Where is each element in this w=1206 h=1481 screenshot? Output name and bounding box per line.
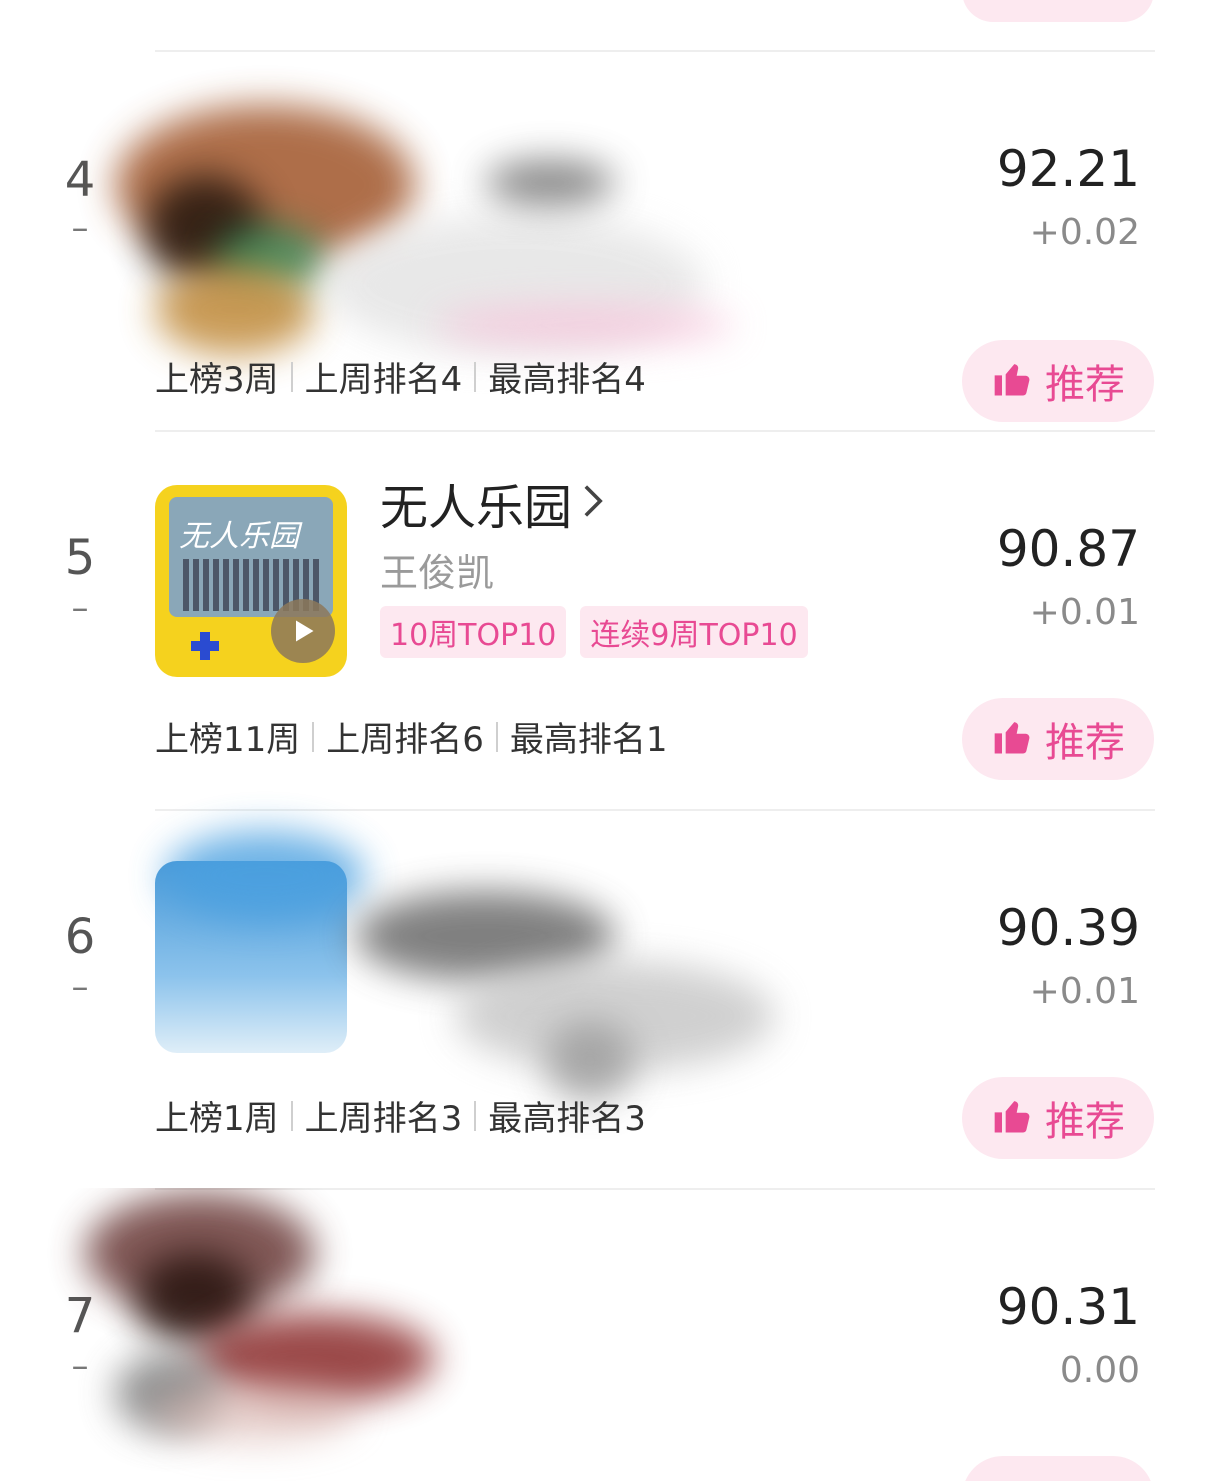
recommend-button-partial[interactable] — [962, 0, 1154, 22]
recommend-label: 推荐 — [1045, 362, 1125, 408]
rank-number: 6 — [64, 909, 96, 965]
score-value: 90.87 — [996, 520, 1140, 578]
separator — [290, 361, 293, 392]
rank-number: 5 — [64, 530, 96, 586]
play-icon[interactable] — [271, 599, 335, 663]
chart-entry-6[interactable]: 6 – 90.39 +0.01 上榜1周 上周排名3 最高排名3 推荐 — [0, 809, 1206, 1189]
last-week-rank: 上周排名3 — [304, 1099, 463, 1139]
separator — [495, 721, 498, 752]
album-cover[interactable]: 无人乐园 — [155, 485, 347, 677]
tag-list: 10周TOP10 连续9周TOP10 — [380, 606, 808, 658]
separator — [290, 1100, 293, 1131]
album-cover-blurred[interactable] — [85, 1193, 435, 1443]
last-week-rank: 上周排名6 — [326, 720, 484, 760]
rank-change: – — [71, 967, 89, 1007]
thumbs-up-icon — [991, 1094, 1035, 1142]
artist-name[interactable]: 王俊凯 — [380, 542, 494, 597]
weeks-on-chart: 上榜3周 — [155, 360, 279, 400]
tag-badge: 10周TOP10 — [380, 606, 567, 658]
score-value: 90.31 — [996, 1278, 1140, 1336]
divider — [155, 50, 1155, 52]
recommend-button[interactable]: 推荐 — [962, 1077, 1154, 1159]
rank-change: – — [71, 588, 89, 628]
chart-entry-7[interactable]: 7 – 90.31 0.00 — [0, 1188, 1206, 1481]
chart-stats: 上榜11周 上周排名6 最高排名1 — [155, 712, 668, 761]
thumbs-up-icon — [991, 715, 1035, 763]
rank-change: – — [71, 208, 89, 248]
recommend-button[interactable]: 推荐 — [962, 340, 1154, 422]
score-delta: 0.00 — [1059, 1350, 1140, 1391]
album-cover-blurred[interactable] — [155, 831, 775, 1101]
chevron-right-icon — [582, 483, 604, 523]
cover-title: 无人乐园 — [179, 519, 299, 554]
rank-number: 7 — [64, 1288, 96, 1344]
score-delta: +0.01 — [1029, 971, 1140, 1012]
chart-stats: 上榜1周 上周排名3 最高排名3 — [155, 1091, 646, 1140]
rank-change: – — [71, 1346, 89, 1386]
score-delta: +0.02 — [1029, 212, 1140, 253]
rank-number: 4 — [64, 152, 96, 208]
score-delta: +0.01 — [1029, 592, 1140, 633]
recommend-label: 推荐 — [1045, 720, 1125, 766]
weeks-on-chart: 上榜1周 — [155, 1099, 279, 1139]
recommend-label: 推荐 — [1045, 1099, 1125, 1145]
recommend-button[interactable] — [962, 1456, 1154, 1481]
peak-rank: 最高排名1 — [509, 720, 668, 760]
recommend-button[interactable]: 推荐 — [962, 698, 1154, 780]
score-value: 92.21 — [996, 140, 1140, 198]
score-value: 90.39 — [996, 899, 1140, 957]
chart-entry-4[interactable]: 4 – 92.21 +0.02 上榜3周 上周排名4 最高排名4 推荐 — [0, 100, 1206, 480]
weeks-on-chart: 上榜11周 — [155, 720, 301, 760]
song-title: 无人乐园 — [380, 480, 573, 536]
peak-rank: 最高排名4 — [488, 360, 646, 400]
last-week-rank: 上周排名4 — [304, 360, 463, 400]
separator — [474, 1100, 477, 1131]
album-cover-blurred[interactable] — [115, 105, 735, 355]
chart-stats: 上榜3周 上周排名4 最高排名4 — [155, 352, 646, 401]
song-title-link[interactable]: 无人乐园 — [380, 468, 604, 538]
separator — [474, 361, 477, 392]
tag-badge: 连续9周TOP10 — [580, 606, 808, 658]
peak-rank: 最高排名3 — [488, 1099, 646, 1139]
chart-entry-5[interactable]: 5 – 无人乐园 无人乐园 王俊凯 10周TOP10 连续9周TOP10 90.… — [0, 430, 1206, 810]
separator — [312, 721, 315, 752]
thumbs-up-icon — [991, 357, 1035, 405]
